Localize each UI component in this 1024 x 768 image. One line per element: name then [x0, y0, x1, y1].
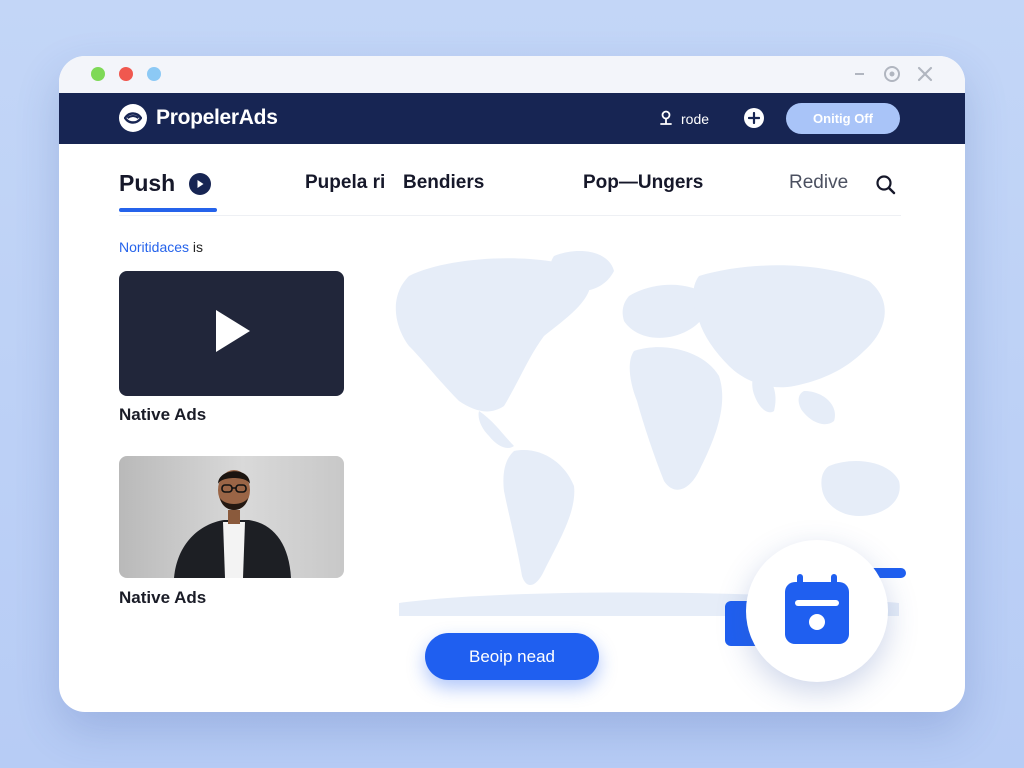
cta-button[interactable]: Beoip nead	[425, 633, 599, 680]
plus-circle-icon[interactable]	[744, 108, 764, 128]
map-south-america	[503, 450, 575, 586]
calendar-icon	[783, 572, 851, 651]
tab-redive[interactable]: Redive	[789, 172, 848, 194]
section-label: Noritidaces is	[119, 239, 203, 255]
nav-action-button[interactable]: Onitig Off	[786, 103, 900, 134]
card-caption: Native Ads	[119, 405, 207, 424]
map-southeast-asia	[798, 391, 835, 425]
tab-pupela[interactable]: Pupela ri	[305, 172, 385, 194]
map-asia	[693, 265, 885, 388]
person-photo	[174, 470, 291, 578]
tab-push[interactable]: Push	[119, 170, 212, 197]
user-label: rode	[681, 111, 710, 127]
window-titlebar	[59, 56, 965, 93]
tab-push-label: Push	[119, 170, 176, 196]
active-tab-indicator	[119, 208, 217, 212]
tab-bendiers[interactable]: Bendiers	[403, 172, 484, 194]
card-caption: Native Ads	[119, 588, 207, 607]
app-window: PropelerAds rode Onitig Off Push Pupela …	[59, 56, 965, 712]
help-icon[interactable]	[882, 64, 902, 84]
tab-pop-ungers[interactable]: Pop—Ungers	[583, 172, 703, 194]
map-central-america	[478, 411, 514, 448]
brand-name: PropelerAds	[156, 106, 278, 129]
propeller-logo-icon	[119, 104, 147, 132]
map-australia	[821, 461, 900, 516]
minimize-icon[interactable]	[849, 64, 869, 84]
photo-card[interactable]	[119, 456, 344, 578]
section-label-highlight[interactable]: Noritidaces	[119, 239, 189, 255]
play-circle-icon	[189, 172, 212, 195]
close-icon[interactable]	[915, 64, 935, 84]
play-icon[interactable]	[212, 308, 252, 359]
map-africa	[629, 347, 723, 490]
brand[interactable]: PropelerAds	[119, 104, 278, 132]
section-label-rest: is	[189, 239, 204, 255]
tab-bar: Push Pupela ri Bendiers Pop—Ungers Rediv…	[119, 168, 901, 216]
top-navbar: PropelerAds rode Onitig Off	[59, 93, 965, 144]
search-icon[interactable]	[875, 174, 897, 196]
calendar-widget[interactable]	[746, 540, 888, 682]
window-dot-green[interactable]	[91, 67, 105, 81]
video-card[interactable]	[119, 271, 344, 396]
user-pin-icon	[659, 110, 673, 129]
window-dot-red[interactable]	[119, 67, 133, 81]
user-menu[interactable]: rode	[659, 108, 709, 130]
window-dot-blue[interactable]	[147, 67, 161, 81]
